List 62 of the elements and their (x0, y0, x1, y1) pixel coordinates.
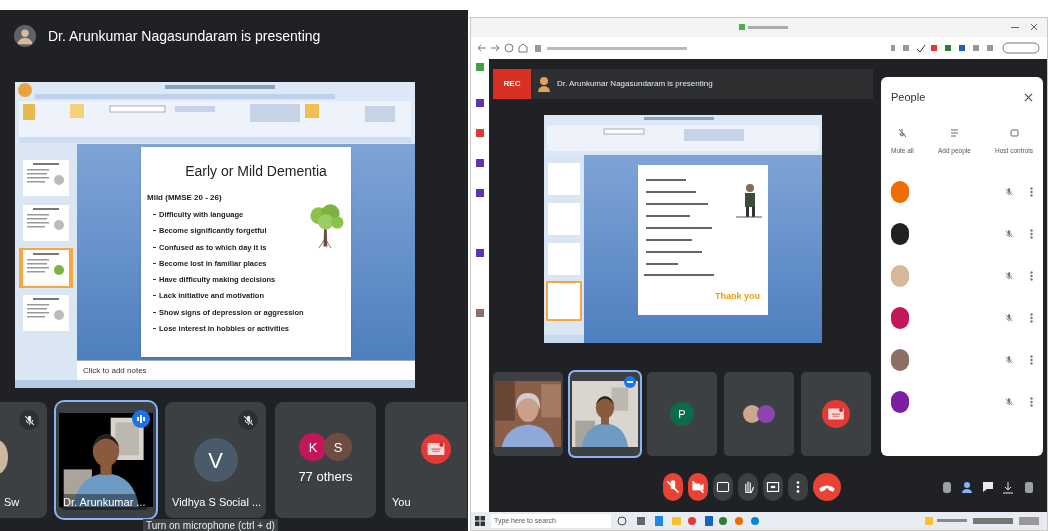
more-options-icon[interactable] (1030, 187, 1033, 198)
mic-off-icon (897, 127, 907, 138)
participant-name: You (391, 494, 412, 510)
window-icon (1009, 127, 1019, 138)
dash-mark (153, 246, 156, 248)
close-icon[interactable] (1024, 92, 1033, 102)
more-options-icon[interactable] (1030, 397, 1033, 408)
dash-mark (153, 279, 156, 281)
mic-off-icon (241, 413, 255, 427)
dash-mark (153, 262, 156, 264)
dash-mark (153, 214, 156, 216)
more-options-icon[interactable] (1030, 229, 1033, 240)
participant-row[interactable] (891, 223, 1033, 246)
present-button[interactable] (763, 473, 783, 501)
presenter-label: Dr. Arunkumar Nagasundaram is presenting (557, 78, 713, 90)
mic-off-icon (22, 413, 36, 427)
mic-off-icon (1004, 187, 1014, 198)
mic-off-icon (1004, 229, 1014, 240)
participant-name: Sw (3, 494, 21, 510)
avatar-icon (537, 76, 551, 92)
participant-name: Vidhya S Social ... (171, 494, 263, 510)
recording-badge: REC (493, 69, 531, 99)
mic-off-icon (1004, 313, 1014, 324)
slide-thumbnail[interactable] (19, 248, 73, 288)
navigation-icons-drawing (477, 42, 529, 54)
mic-off-icon (1004, 355, 1014, 366)
avatar: V (193, 438, 238, 482)
participant-count: 77 others (298, 468, 353, 487)
raise-hand-button[interactable] (738, 473, 758, 501)
more-options-icon[interactable] (1030, 271, 1033, 282)
more-options-icon[interactable] (1030, 355, 1033, 366)
avatar: P (670, 402, 694, 426)
avatar-group-icon (743, 405, 775, 423)
dash-mark (153, 230, 156, 232)
avatar: K (299, 433, 327, 462)
avatar-icon (14, 25, 36, 47)
panel-title: People (891, 90, 926, 105)
mic-off-icon (1004, 397, 1014, 408)
windows-start-icon[interactable] (475, 516, 485, 526)
more-options-button[interactable] (788, 473, 808, 501)
mic-off-button[interactable] (663, 473, 683, 501)
avatar: S (324, 433, 352, 462)
person-figure-drawing (734, 183, 764, 219)
mic-off-icon (1004, 271, 1014, 282)
more-options-icon[interactable] (1030, 313, 1033, 324)
notes-field[interactable]: Click to add notes (77, 360, 415, 380)
slide-bullet: Mild (MMSE 20 - 26) (147, 192, 223, 204)
speaking-indicator-icon (624, 376, 636, 388)
slide-title: Early or Mild Dementia (184, 162, 328, 181)
participant-name: Dr. Arunkumar ... (61, 493, 148, 510)
dash-mark (153, 327, 156, 329)
tooltip: Turn on microphone (ctrl + d) (143, 519, 278, 531)
participant-row[interactable] (891, 391, 1033, 414)
leave-call-button[interactable] (813, 473, 841, 501)
captions-button[interactable] (713, 473, 733, 501)
speaking-indicator-icon (132, 410, 150, 428)
presenter-label: Dr. Arunkumar Nagasundaram is presenting (48, 26, 321, 46)
list-icon (949, 127, 959, 138)
dash-mark (153, 311, 156, 313)
slide-text: Thank you (715, 289, 760, 303)
camera-off-button[interactable] (688, 473, 708, 501)
dash-mark (153, 295, 156, 297)
